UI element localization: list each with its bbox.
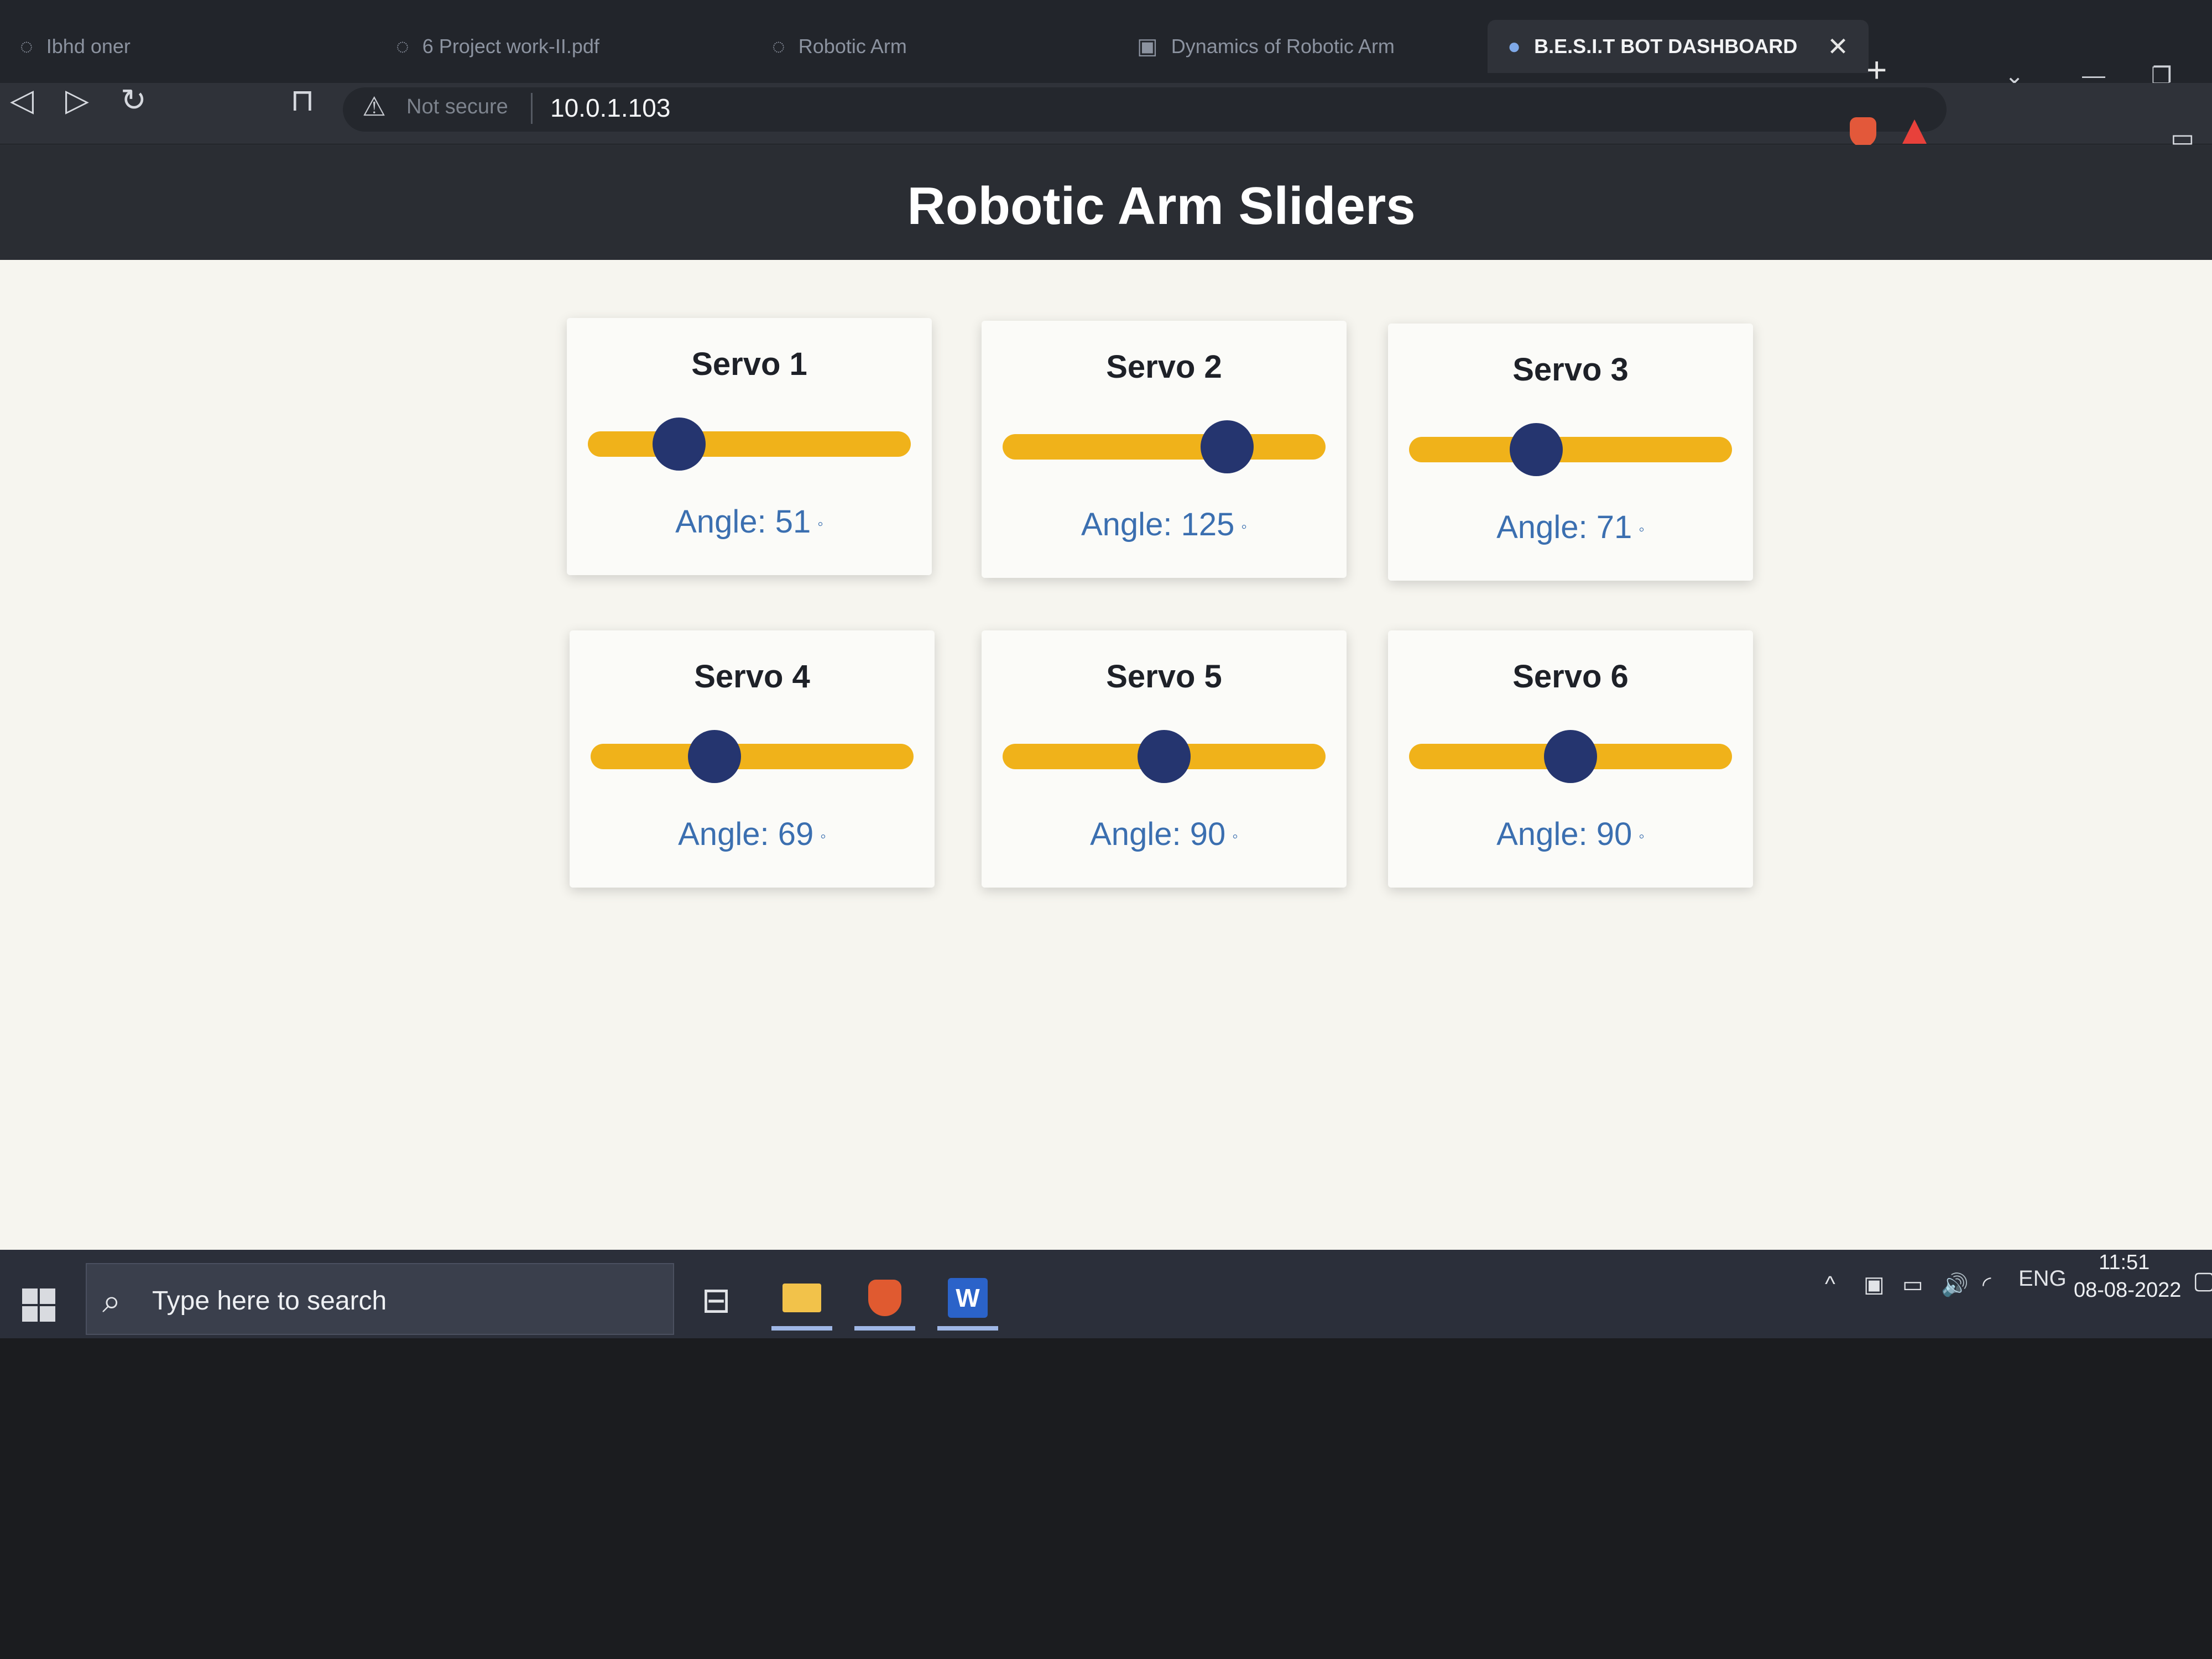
servo-title: Servo 2 <box>1106 349 1222 385</box>
battery-icon[interactable]: ▭ <box>1902 1272 1923 1297</box>
degree-icon: ◦ <box>817 514 823 533</box>
site-icon: ▣ <box>1137 34 1158 59</box>
degree-icon: ◦ <box>820 827 826 846</box>
tab-4[interactable]: ▣ Dynamics of Robotic Arm <box>1117 20 1415 73</box>
degree-icon: ◦ <box>1241 517 1247 536</box>
search-placeholder[interactable]: Type here to search <box>152 1286 387 1316</box>
degree-icon: ◦ <box>1639 520 1645 539</box>
servo-card-1: Servo 1 Angle: 51 ◦ <box>567 318 932 575</box>
file-explorer-button[interactable] <box>771 1270 832 1331</box>
servo-title: Servo 4 <box>694 659 810 695</box>
tab-label: 6 Project work-II.pdf <box>422 35 599 58</box>
clock-time[interactable]: 11:51 <box>2099 1251 2150 1275</box>
warning-icon[interactable]: ⚠ <box>362 91 386 122</box>
word-button[interactable]: W <box>937 1270 998 1331</box>
new-tab-button[interactable]: + <box>1866 52 1887 87</box>
angle-value: 69 <box>778 816 814 852</box>
tab-label: Robotic Arm <box>798 35 907 58</box>
brave-icon <box>868 1280 901 1316</box>
tab-label: Dynamics of Robotic Arm <box>1171 35 1395 58</box>
servo-card-5: Servo 5 Angle: 90 ◦ <box>982 630 1347 888</box>
angle-value: 71 <box>1596 509 1632 545</box>
page-icon: ◌ <box>20 34 33 59</box>
slider-thumb[interactable] <box>687 730 741 783</box>
angle-value: 125 <box>1181 507 1235 542</box>
angle-label: Angle: <box>1496 816 1588 852</box>
angle-readout: Angle: 90 ◦ <box>1388 816 1753 853</box>
tab-3[interactable]: ◌ Robotic Arm <box>752 20 927 73</box>
tab-1[interactable]: ◌ Ibhd oner <box>0 20 150 73</box>
servo-title: Servo 1 <box>691 346 807 382</box>
folder-icon <box>782 1284 821 1312</box>
bookmark-icon[interactable]: ⊓ <box>290 82 315 118</box>
angle-label: Angle: <box>675 504 766 540</box>
tab-label: Ibhd oner <box>46 35 131 58</box>
angle-label: Angle: <box>1496 509 1588 545</box>
monitor-bezel <box>0 1338 2212 1659</box>
tab-2[interactable]: ◌ 6 Project work-II.pdf <box>376 20 619 73</box>
search-icon: ⌕ <box>102 1282 121 1319</box>
forward-icon[interactable]: ▷ <box>65 82 89 118</box>
degree-icon: ◦ <box>1639 827 1645 846</box>
language-indicator[interactable]: ENG <box>2018 1266 2067 1291</box>
servo-title: Servo 6 <box>1512 659 1629 695</box>
servo-title: Servo 3 <box>1512 352 1629 388</box>
brave-browser-button[interactable] <box>854 1270 915 1331</box>
angle-readout: Angle: 71 ◦ <box>1388 509 1753 546</box>
monitor-screen: ◌ Ibhd oner ◌ 6 Project work-II.pdf ◌ Ro… <box>0 0 2212 1338</box>
word-icon: W <box>948 1278 988 1318</box>
angle-readout: Angle: 90 ◦ <box>982 816 1347 853</box>
url-text[interactable]: 10.0.1.103 <box>550 93 670 123</box>
servo-card-4: Servo 4 Angle: 69 ◦ <box>570 630 935 888</box>
back-icon[interactable]: ◁ <box>10 82 34 118</box>
angle-readout: Angle: 51 ◦ <box>567 503 932 540</box>
site-icon: ● <box>1507 34 1521 59</box>
rewards-icon[interactable] <box>1902 119 1927 144</box>
security-tray-icon[interactable]: ▣ <box>1864 1272 1885 1297</box>
wifi-icon[interactable]: ◜ <box>1983 1272 1991 1297</box>
security-label[interactable]: Not secure <box>406 95 508 119</box>
tab-5-active[interactable]: ● B.E.S.I.T BOT DASHBOARD ✕ <box>1488 20 1869 73</box>
notification-icon[interactable]: ▢ <box>2193 1266 2212 1295</box>
angle-label: Angle: <box>678 816 769 852</box>
servo-card-3: Servo 3 Angle: 71 ◦ <box>1388 324 1753 581</box>
page-title: Robotic Arm Sliders <box>907 176 1416 236</box>
slider-track[interactable] <box>1003 434 1326 460</box>
slider-thumb[interactable] <box>1200 420 1254 473</box>
reload-icon[interactable]: ↻ <box>121 82 147 118</box>
close-icon[interactable]: ✕ <box>1827 32 1849 61</box>
servo-card-6: Servo 6 Angle: 90 ◦ <box>1388 630 1753 888</box>
degree-icon: ◦ <box>1232 827 1238 846</box>
slider-track[interactable] <box>1409 437 1732 462</box>
angle-label: Angle: <box>1090 816 1181 852</box>
chevron-up-icon[interactable]: ^ <box>1825 1272 1835 1297</box>
slider-thumb[interactable] <box>1544 730 1597 783</box>
tab-label: B.E.S.I.T BOT DASHBOARD <box>1534 35 1798 58</box>
servo-title: Servo 5 <box>1106 659 1222 695</box>
angle-readout: Angle: 69 ◦ <box>570 816 935 853</box>
angle-value: 51 <box>775 504 811 540</box>
angle-value: 90 <box>1596 816 1632 852</box>
slider-track[interactable] <box>591 744 914 769</box>
slider-track[interactable] <box>588 431 911 457</box>
page-icon: ◌ <box>396 34 409 59</box>
url-divider <box>531 93 533 124</box>
task-view-icon: ⊟ <box>701 1280 731 1320</box>
servo-card-2: Servo 2 Angle: 125 ◦ <box>982 321 1347 578</box>
brave-shield-icon[interactable] <box>1850 117 1876 147</box>
slider-thumb[interactable] <box>1138 730 1191 783</box>
angle-value: 90 <box>1190 816 1226 852</box>
task-view-button[interactable]: ⊟ <box>686 1270 747 1331</box>
angle-readout: Angle: 125 ◦ <box>982 506 1347 543</box>
slider-thumb[interactable] <box>653 418 706 471</box>
windows-start-icon[interactable] <box>22 1288 55 1322</box>
volume-icon[interactable]: 🔊 <box>1941 1272 1969 1298</box>
clock-date[interactable]: 08-08-2022 <box>2074 1279 2181 1302</box>
page-icon: ◌ <box>772 34 785 59</box>
angle-label: Angle: <box>1081 507 1172 542</box>
slider-grid: Servo 1 Angle: 51 ◦ Servo 2 Angle: 125 ◦ S… <box>0 260 2212 1250</box>
slider-thumb[interactable] <box>1510 423 1563 476</box>
